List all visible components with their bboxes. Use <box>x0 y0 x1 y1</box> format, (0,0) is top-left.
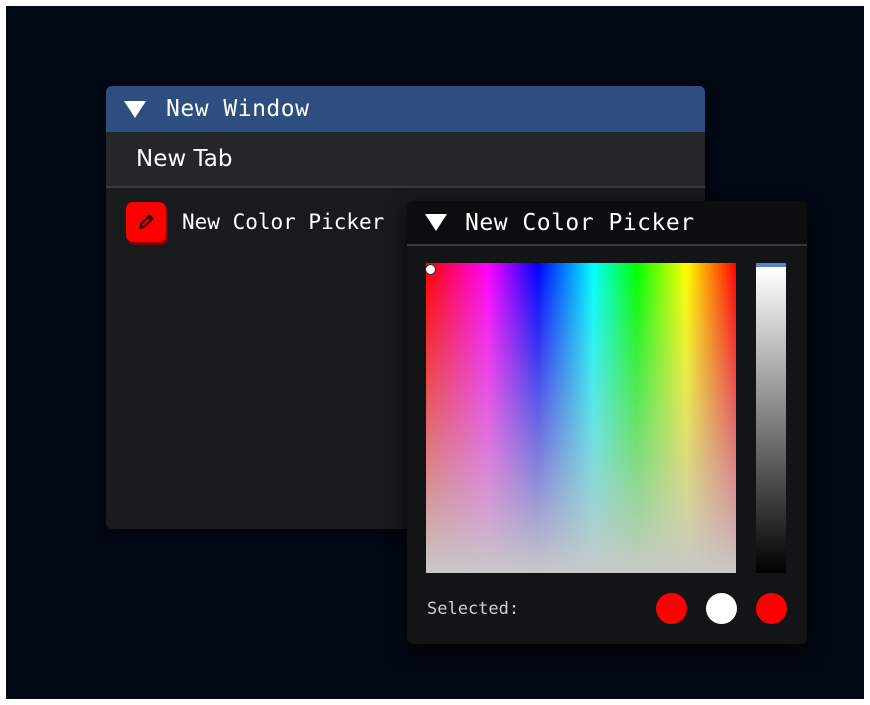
tab-new-tab[interactable]: New Tab <box>136 146 232 172</box>
selected-swatch-2[interactable] <box>706 593 737 624</box>
selected-swatch-3[interactable] <box>756 593 787 624</box>
saturation-value-square[interactable] <box>425 263 736 573</box>
color-picker-title: New Color Picker <box>465 209 695 236</box>
tab-bar: New Tab <box>106 132 705 188</box>
pencil-icon <box>139 214 154 229</box>
color-picker-item-label: New Color Picker <box>182 210 385 234</box>
desktop-background: New Window New Tab New Color Picker New … <box>6 6 864 699</box>
color-picker-swatch-button[interactable] <box>126 202 166 242</box>
main-window-titlebar[interactable]: New Window <box>106 86 705 132</box>
color-picker-titlebar[interactable]: New Color Picker <box>407 201 807 246</box>
value-slider[interactable] <box>756 263 786 573</box>
color-picker-window: New Color Picker Selected: <box>407 201 807 644</box>
selected-swatch-1[interactable] <box>656 593 687 624</box>
triangle-down-icon[interactable] <box>124 100 146 118</box>
triangle-down-icon[interactable] <box>425 214 447 231</box>
main-window-title: New Window <box>166 96 310 122</box>
sv-picker-handle[interactable] <box>425 264 436 275</box>
value-slider-handle[interactable] <box>756 263 786 267</box>
selected-label: Selected: <box>427 599 520 619</box>
color-picker-item[interactable]: New Color Picker <box>126 202 384 242</box>
